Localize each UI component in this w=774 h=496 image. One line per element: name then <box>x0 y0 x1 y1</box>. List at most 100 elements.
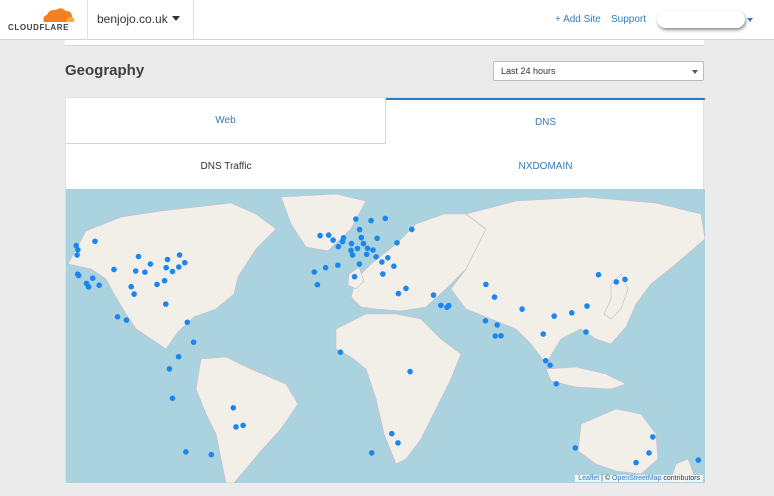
location-marker[interactable] <box>492 333 499 339</box>
location-marker[interactable] <box>163 264 169 271</box>
location-marker[interactable] <box>622 276 628 283</box>
location-marker[interactable] <box>633 459 639 466</box>
location-marker[interactable] <box>314 281 321 288</box>
location-marker[interactable] <box>407 368 413 375</box>
location-marker[interactable] <box>169 268 176 275</box>
location-marker[interactable] <box>595 271 602 278</box>
location-marker[interactable] <box>391 263 397 269</box>
location-marker[interactable] <box>348 240 355 247</box>
location-marker[interactable] <box>438 302 444 309</box>
location-marker[interactable] <box>583 329 589 335</box>
location-marker[interactable] <box>403 285 409 292</box>
location-marker[interactable] <box>135 253 142 260</box>
location-marker[interactable] <box>379 259 385 265</box>
location-marker[interactable] <box>161 277 168 284</box>
location-marker[interactable] <box>395 440 401 446</box>
location-marker[interactable] <box>96 282 102 288</box>
location-marker[interactable] <box>370 247 376 253</box>
location-marker[interactable] <box>498 333 504 339</box>
location-marker[interactable] <box>551 313 557 319</box>
location-marker[interactable] <box>389 430 395 437</box>
location-marker[interactable] <box>360 240 367 247</box>
location-marker[interactable] <box>373 254 379 260</box>
location-marker[interactable] <box>337 349 344 355</box>
world-map[interactable]: Leaflet | © OpenStreetMap contributors <box>66 189 705 483</box>
location-marker[interactable] <box>382 215 389 222</box>
location-marker[interactable] <box>483 281 489 288</box>
location-marker[interactable] <box>349 252 356 258</box>
location-marker[interactable] <box>89 275 96 281</box>
location-marker[interactable] <box>364 245 371 252</box>
location-marker[interactable] <box>176 252 183 258</box>
support-link[interactable]: Support <box>611 14 646 25</box>
location-marker[interactable] <box>494 322 501 328</box>
location-marker[interactable] <box>92 238 98 245</box>
subtab-dns-traffic[interactable]: DNS Traffic <box>66 144 386 189</box>
location-marker[interactable] <box>182 259 188 266</box>
location-marker[interactable] <box>695 457 702 463</box>
location-marker[interactable] <box>111 266 117 273</box>
location-marker[interactable] <box>584 303 590 309</box>
location-marker[interactable] <box>613 279 620 285</box>
location-marker[interactable] <box>325 232 332 238</box>
location-marker[interactable] <box>85 284 92 290</box>
location-marker[interactable] <box>353 216 359 222</box>
location-marker[interactable] <box>75 272 82 279</box>
leaflet-link[interactable]: Leaflet <box>578 475 599 482</box>
location-marker[interactable] <box>322 264 329 271</box>
location-marker[interactable] <box>540 331 546 337</box>
location-marker[interactable] <box>356 226 363 233</box>
location-marker[interactable] <box>491 294 498 300</box>
location-marker[interactable] <box>114 314 121 320</box>
location-marker[interactable] <box>142 269 148 275</box>
location-marker[interactable] <box>123 317 130 323</box>
account-caret-icon[interactable] <box>747 18 753 22</box>
location-marker[interactable] <box>430 292 437 298</box>
location-marker[interactable] <box>354 245 361 252</box>
location-marker[interactable] <box>394 240 400 246</box>
location-marker[interactable] <box>368 217 374 224</box>
location-marker[interactable] <box>131 291 137 297</box>
tab-dns[interactable]: DNS <box>386 98 705 144</box>
location-marker[interactable] <box>385 255 391 261</box>
location-marker[interactable] <box>395 290 402 297</box>
domain-selector[interactable]: benjojo.co.uk <box>88 0 194 40</box>
location-marker[interactable] <box>553 381 560 387</box>
location-marker[interactable] <box>184 319 191 326</box>
location-marker[interactable] <box>311 269 318 275</box>
location-marker[interactable] <box>230 405 237 411</box>
location-marker[interactable] <box>339 238 346 245</box>
location-marker[interactable] <box>646 450 652 456</box>
subtab-nxdomain[interactable]: NXDOMAIN <box>386 144 705 189</box>
location-marker[interactable] <box>169 395 176 402</box>
location-marker[interactable] <box>547 362 553 368</box>
location-marker[interactable] <box>572 445 579 451</box>
location-marker[interactable] <box>163 301 169 307</box>
location-marker[interactable] <box>335 262 341 268</box>
location-marker[interactable] <box>356 261 363 267</box>
location-marker[interactable] <box>166 366 173 372</box>
location-marker[interactable] <box>233 424 239 430</box>
location-marker[interactable] <box>542 357 549 364</box>
location-marker[interactable] <box>335 243 342 250</box>
location-marker[interactable] <box>175 353 182 360</box>
cloudflare-logo[interactable]: CLOUDFLARE <box>0 0 88 40</box>
location-marker[interactable] <box>351 273 358 280</box>
location-marker[interactable] <box>183 449 189 455</box>
location-marker[interactable] <box>330 237 336 243</box>
location-marker[interactable] <box>358 234 365 241</box>
location-marker[interactable] <box>519 306 525 312</box>
location-marker[interactable] <box>154 281 160 288</box>
time-range-select[interactable]: Last 24 hours <box>493 61 704 81</box>
location-marker[interactable] <box>317 232 323 239</box>
location-marker[interactable] <box>128 283 134 290</box>
location-marker[interactable] <box>190 339 197 345</box>
openstreetmap-link[interactable]: OpenStreetMap <box>612 475 661 482</box>
location-marker[interactable] <box>482 318 489 324</box>
account-menu-button[interactable] <box>657 11 745 28</box>
location-marker[interactable] <box>444 304 450 311</box>
location-marker[interactable] <box>73 242 79 249</box>
add-site-link[interactable]: + Add Site <box>555 14 601 25</box>
location-marker[interactable] <box>368 450 375 456</box>
location-marker[interactable] <box>147 261 154 267</box>
